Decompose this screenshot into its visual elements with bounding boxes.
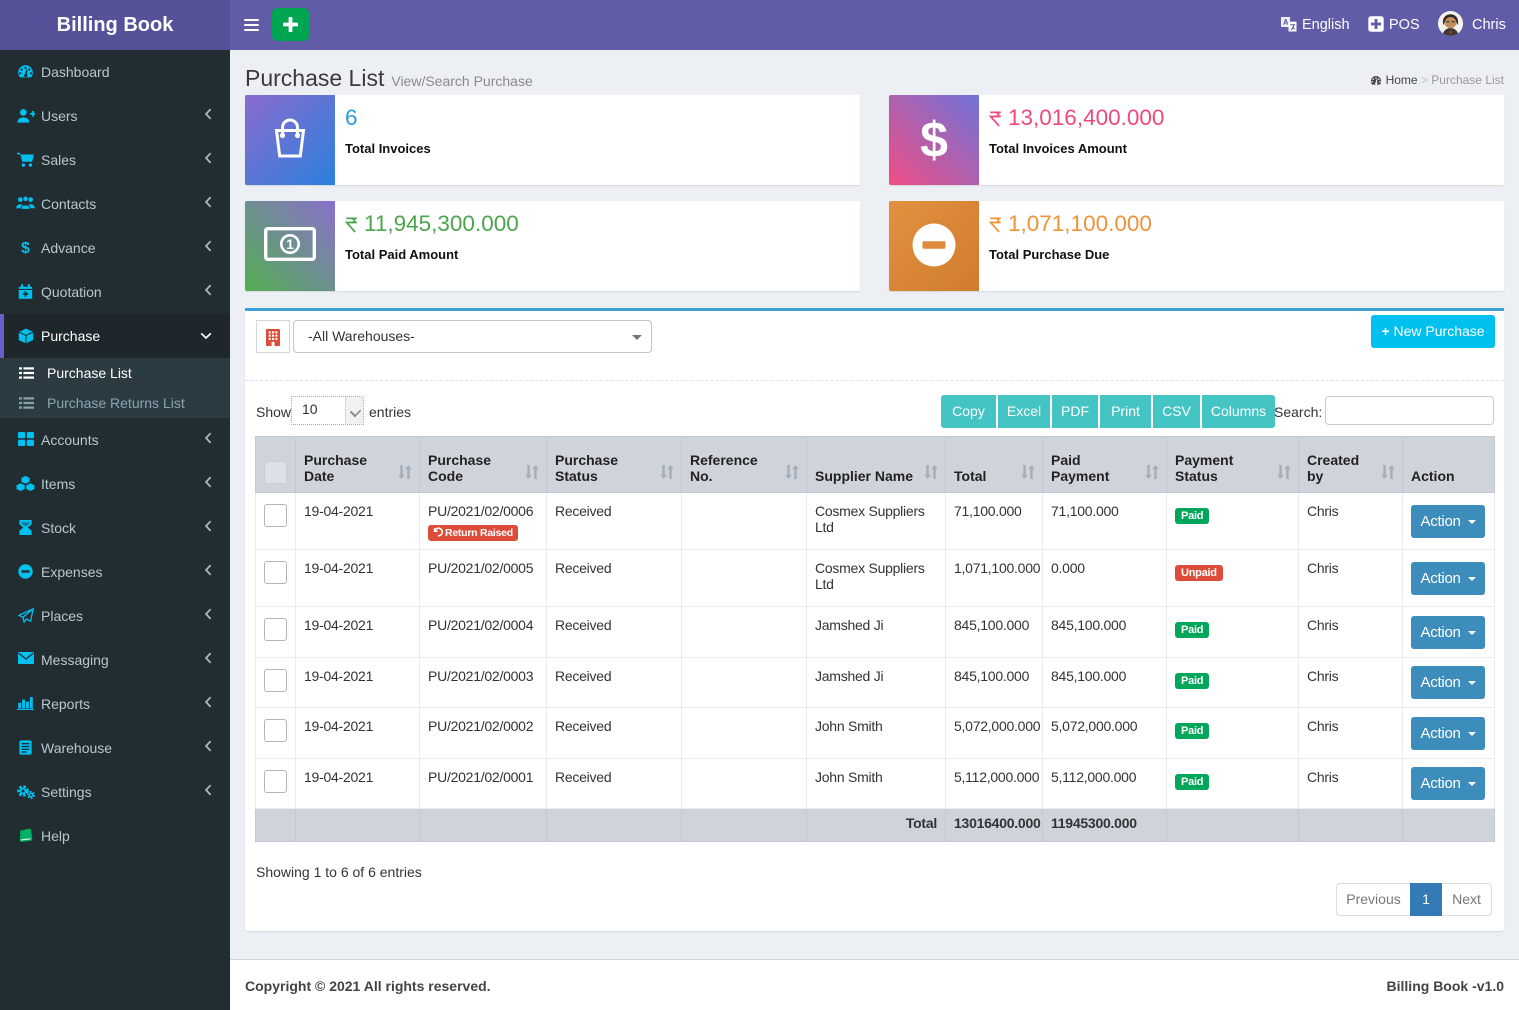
svg-text:1: 1	[286, 236, 294, 252]
